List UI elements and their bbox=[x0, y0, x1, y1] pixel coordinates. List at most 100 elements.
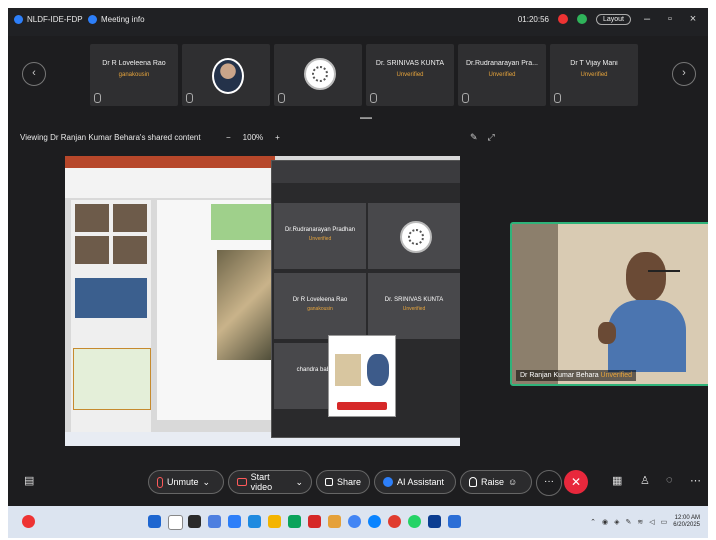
chat-icon[interactable]: ◌ bbox=[666, 474, 673, 486]
unmute-button[interactable]: Unmute ⌄ bbox=[148, 470, 224, 494]
meeting-name[interactable]: NLDF-IDE-FDP bbox=[14, 15, 83, 24]
fullscreen-icon[interactable]: ⤢ bbox=[488, 132, 495, 143]
apps-icon[interactable]: ▦ bbox=[612, 474, 622, 487]
leave-meeting-button[interactable]: ✕ bbox=[564, 470, 588, 494]
share-button[interactable]: Share bbox=[316, 470, 370, 494]
titlebar-right: 01:20:56 Layout – ▫ × bbox=[518, 13, 700, 25]
speaker-head bbox=[626, 252, 680, 302]
shared-tile: Dr.Rudranarayan Pradhan Unverified bbox=[274, 203, 366, 269]
video-background bbox=[512, 224, 558, 384]
store-icon[interactable] bbox=[288, 515, 301, 528]
participant-tile[interactable] bbox=[182, 44, 270, 106]
slide-photo bbox=[217, 250, 275, 360]
strip-prev-icon[interactable]: ‹ bbox=[22, 62, 46, 86]
powerpoint-ribbon bbox=[65, 168, 275, 198]
app-icon[interactable] bbox=[328, 515, 341, 528]
muted-mic-icon bbox=[462, 93, 469, 103]
security-icon[interactable] bbox=[576, 14, 587, 24]
participant-tile[interactable]: Dr. SRINIVAS KUNTA Unverified bbox=[366, 44, 454, 106]
powerpoint-titlebar bbox=[65, 156, 275, 168]
shared-screen: Dr.Rudranarayan Pradhan Unverified Dr R … bbox=[65, 156, 460, 446]
ai-assistant-button[interactable]: AI Assistant bbox=[374, 470, 456, 494]
edge-icon[interactable] bbox=[248, 515, 261, 528]
participant-tile[interactable] bbox=[274, 44, 362, 106]
popup-button bbox=[337, 402, 387, 410]
tray-app-icon[interactable]: ◈ bbox=[614, 518, 619, 526]
shared-tile-name: Dr. SRINIVAS KUNTA bbox=[384, 297, 444, 303]
outlook-icon[interactable] bbox=[448, 515, 461, 528]
unmute-label: Unmute bbox=[167, 477, 199, 487]
file-explorer-icon[interactable] bbox=[268, 515, 281, 528]
more-options-button[interactable]: ··· bbox=[536, 470, 562, 496]
zoom-out-button[interactable]: − bbox=[226, 133, 231, 142]
raise-button[interactable]: Raise ☺ bbox=[460, 470, 532, 494]
slide-thumbnail bbox=[113, 236, 147, 264]
popup-image bbox=[335, 354, 361, 386]
search-icon[interactable] bbox=[168, 515, 183, 530]
webex-meeting-window: NLDF-IDE-FDP Meeting info 01:20:56 Layou… bbox=[8, 8, 708, 538]
video-name: Dr Ranjan Kumar Behara bbox=[520, 372, 599, 379]
viewing-label: Viewing Dr Ranjan Kumar Behara's shared … bbox=[20, 133, 201, 142]
participant-name: Dr R Loveleena Rao bbox=[102, 60, 166, 67]
recording-icon[interactable] bbox=[557, 14, 568, 24]
shared-tile: Dr. SRINIVAS KUNTA Unverified bbox=[368, 273, 460, 339]
battery-icon[interactable]: ▭ bbox=[661, 518, 668, 526]
meeting-info-label: Meeting info bbox=[101, 15, 145, 24]
start-icon[interactable] bbox=[148, 515, 161, 528]
shared-browser-bar bbox=[272, 161, 460, 183]
chevron-down-icon[interactable]: ⌄ bbox=[203, 477, 211, 488]
annotate-icon[interactable]: ✎ bbox=[470, 132, 478, 143]
maximize-icon[interactable]: ▫ bbox=[663, 13, 677, 25]
task-view-icon[interactable] bbox=[188, 515, 201, 528]
meeting-info-button[interactable]: Meeting info bbox=[88, 15, 145, 24]
os-taskbar: ⌃ ◉ ◈ ✎ ≋ ◁ ▭ 12:00 AM 6/20/2025 bbox=[8, 506, 708, 538]
minimize-icon[interactable]: – bbox=[640, 13, 654, 25]
participant-tile[interactable]: Dr.Rudranarayan Pra... Unverified bbox=[458, 44, 546, 106]
speaker-figure bbox=[598, 252, 686, 372]
ai-assistant-label: AI Assistant bbox=[397, 477, 445, 487]
slide-thumbnail bbox=[75, 236, 109, 264]
wifi-icon[interactable]: ≋ bbox=[637, 518, 643, 526]
start-video-button[interactable]: Start video ⌄ bbox=[228, 470, 312, 494]
close-icon[interactable]: × bbox=[686, 13, 700, 25]
chrome-icon[interactable] bbox=[348, 515, 361, 528]
shared-meeting-window: Dr.Rudranarayan Pradhan Unverified Dr R … bbox=[271, 160, 460, 438]
layout-button[interactable]: Layout bbox=[595, 13, 631, 25]
participant-tile[interactable]: Dr T Vijay Mani Unverified bbox=[550, 44, 638, 106]
shared-tile-name: Dr R Loveleena Rao bbox=[292, 297, 348, 303]
chevron-down-icon[interactable]: ⌄ bbox=[295, 477, 303, 488]
title-bar: NLDF-IDE-FDP Meeting info 01:20:56 Layou… bbox=[8, 8, 708, 36]
participants-icon[interactable]: ♙ bbox=[640, 474, 650, 487]
widgets-icon[interactable] bbox=[208, 515, 221, 528]
app-icon[interactable] bbox=[388, 515, 401, 528]
meeting-timer: 01:20:56 bbox=[517, 14, 549, 24]
zoom-level[interactable]: 100% bbox=[243, 133, 263, 142]
shared-popup bbox=[328, 335, 396, 417]
captions-icon[interactable]: ▤ bbox=[24, 474, 34, 487]
participant-strip: ‹ Dr R Loveleena Rao ganakousin Dr. SRIN… bbox=[8, 38, 708, 116]
zoom-in-button[interactable]: + bbox=[275, 133, 280, 142]
tray-app-icon[interactable]: ✎ bbox=[626, 518, 632, 526]
browser-icon[interactable] bbox=[368, 515, 381, 528]
teams-icon[interactable] bbox=[228, 515, 241, 528]
strip-next-icon[interactable]: › bbox=[672, 62, 696, 86]
shared-tile-status: Unverified bbox=[308, 236, 332, 242]
active-speaker-video[interactable]: Dr Ranjan Kumar Behara Unverified bbox=[510, 222, 708, 386]
tray-app-icon[interactable]: ◉ bbox=[602, 518, 608, 526]
participant-tile[interactable]: Dr R Loveleena Rao ganakousin bbox=[90, 44, 178, 106]
raise-label: Raise bbox=[481, 477, 505, 487]
whatsapp-icon[interactable] bbox=[408, 515, 421, 528]
system-tray: ⌃ ◉ ◈ ✎ ≋ ◁ ▭ 12:00 AM 6/20/2025 bbox=[590, 515, 700, 529]
weather-icon[interactable] bbox=[22, 515, 35, 528]
tray-chevron-icon[interactable]: ⌃ bbox=[590, 518, 596, 526]
shared-tile-status: Unverified bbox=[402, 306, 426, 312]
reactions-icon[interactable]: ☺ bbox=[508, 477, 517, 487]
taskbar-clock[interactable]: 12:00 AM 6/20/2025 bbox=[673, 515, 700, 529]
glasses bbox=[648, 270, 680, 278]
slide-thumbnail bbox=[75, 204, 109, 232]
strip-resize-handle[interactable]: ▬▬ bbox=[360, 115, 372, 121]
volume-icon[interactable]: ◁ bbox=[649, 518, 654, 526]
webex-taskbar-icon[interactable] bbox=[428, 515, 441, 528]
powerpoint-icon[interactable] bbox=[308, 515, 321, 528]
more-panels-icon[interactable]: ⋯ bbox=[690, 474, 701, 487]
